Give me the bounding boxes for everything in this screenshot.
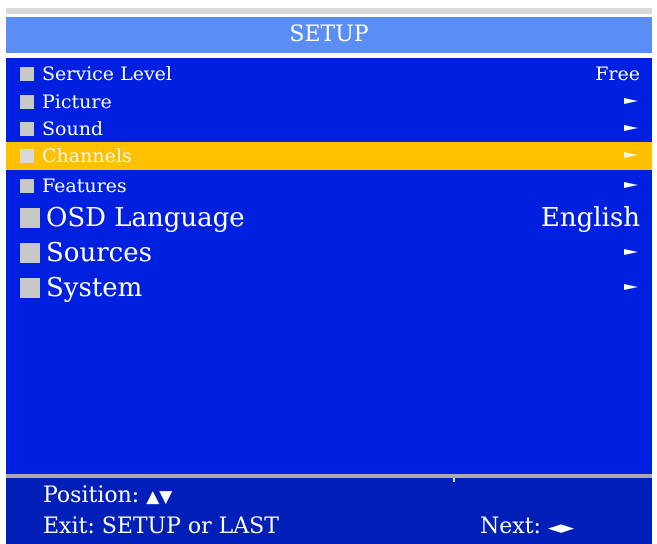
menu-item-label: Channels: [42, 145, 132, 167]
page-title: SETUP: [6, 17, 652, 53]
up-down-arrows-icon: ▲▼: [146, 487, 173, 507]
right-arrow-icon: [624, 123, 638, 133]
right-arrow-icon: [624, 180, 638, 190]
right-arrow-icon: [624, 150, 638, 160]
square-bullet-icon: [20, 208, 40, 228]
setup-osd-screen: SETUP Service Level Free Picture Sound C…: [0, 0, 657, 544]
right-arrow-icon: [624, 247, 638, 257]
menu-item-label: Features: [42, 175, 127, 197]
menu-item-label: Picture: [42, 91, 112, 113]
help-footer: Position: ▲▼ Exit: SETUP or LAST Next: ◄…: [6, 478, 652, 544]
menu-item-channels[interactable]: Channels: [6, 142, 652, 170]
position-label: Position:: [43, 483, 140, 508]
menu-item-value: English: [540, 203, 640, 233]
setup-menu: Service Level Free Picture Sound Channel…: [6, 58, 652, 474]
right-arrow-icon: [624, 96, 638, 106]
menu-item-sources[interactable]: Sources: [6, 235, 652, 271]
square-bullet-icon: [20, 149, 34, 163]
menu-item-label: Sound: [42, 118, 104, 140]
square-bullet-icon: [20, 95, 34, 109]
menu-item-label: Service Level: [42, 63, 172, 85]
square-bullet-icon: [20, 67, 34, 81]
exit-hint: Exit: SETUP or LAST: [43, 514, 279, 539]
menu-item-service-level[interactable]: Service Level Free: [6, 60, 652, 88]
left-right-arrows-icon: ◄►: [547, 518, 575, 538]
footer-tick-mark: [453, 478, 455, 482]
top-border-strip: [6, 8, 652, 14]
menu-item-value: Free: [595, 63, 640, 85]
menu-item-features[interactable]: Features: [6, 172, 652, 200]
next-hint: Next: ◄►: [480, 513, 574, 542]
menu-item-osd-language[interactable]: OSD Language English: [6, 200, 652, 236]
next-label: Next:: [480, 514, 541, 539]
square-bullet-icon: [20, 179, 34, 193]
menu-item-picture[interactable]: Picture: [6, 88, 652, 116]
menu-item-label: OSD Language: [46, 203, 245, 233]
menu-item-label: System: [46, 273, 143, 303]
square-bullet-icon: [20, 278, 40, 298]
right-arrow-icon: [624, 282, 638, 292]
position-hint: Position: ▲▼: [43, 482, 172, 511]
menu-item-system[interactable]: System: [6, 270, 652, 306]
square-bullet-icon: [20, 122, 34, 136]
menu-item-sound[interactable]: Sound: [6, 115, 652, 143]
menu-item-label: Sources: [46, 238, 152, 268]
square-bullet-icon: [20, 243, 40, 263]
